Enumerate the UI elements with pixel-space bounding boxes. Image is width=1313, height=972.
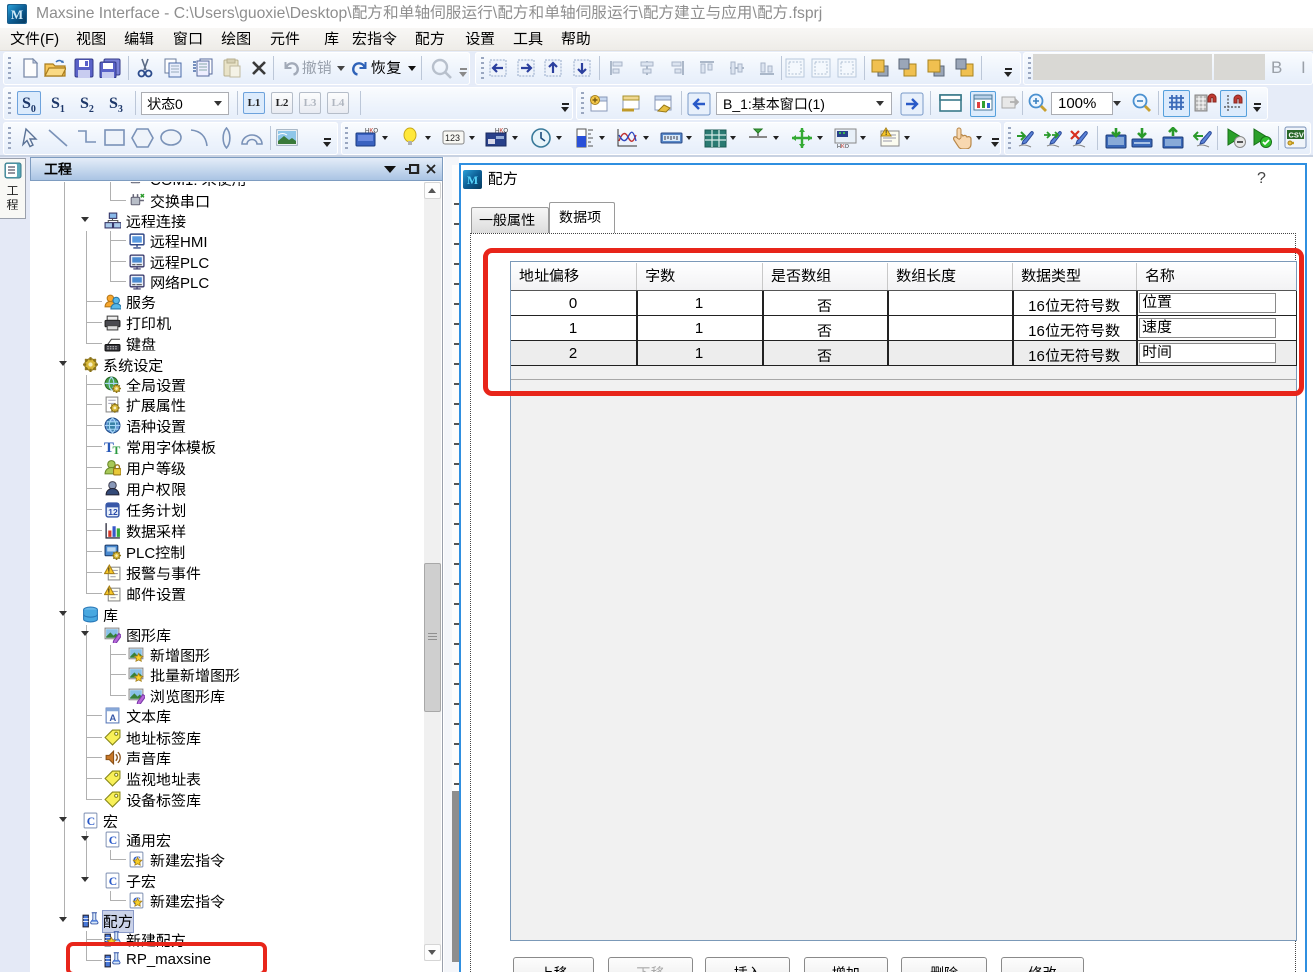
svg-text:!: ! (108, 587, 110, 596)
svg-text:C: C (109, 834, 117, 847)
svg-text:M: M (467, 173, 478, 187)
svg-text:!: ! (108, 566, 110, 575)
svg-text:HKO: HKO (837, 144, 850, 149)
svg-text:C: C (109, 875, 117, 888)
svg-text:HKO: HKO (365, 129, 378, 135)
svg-text:T: T (113, 444, 121, 455)
svg-text:CSV: CSV (1289, 131, 1304, 140)
svg-text:!: ! (885, 130, 887, 137)
svg-text:123: 123 (445, 133, 460, 143)
svg-text:C: C (87, 815, 95, 828)
svg-text:A: A (109, 713, 116, 724)
svg-text:HKO: HKO (495, 129, 508, 135)
svg-text:12: 12 (108, 507, 118, 517)
svg-text:M: M (11, 7, 23, 22)
